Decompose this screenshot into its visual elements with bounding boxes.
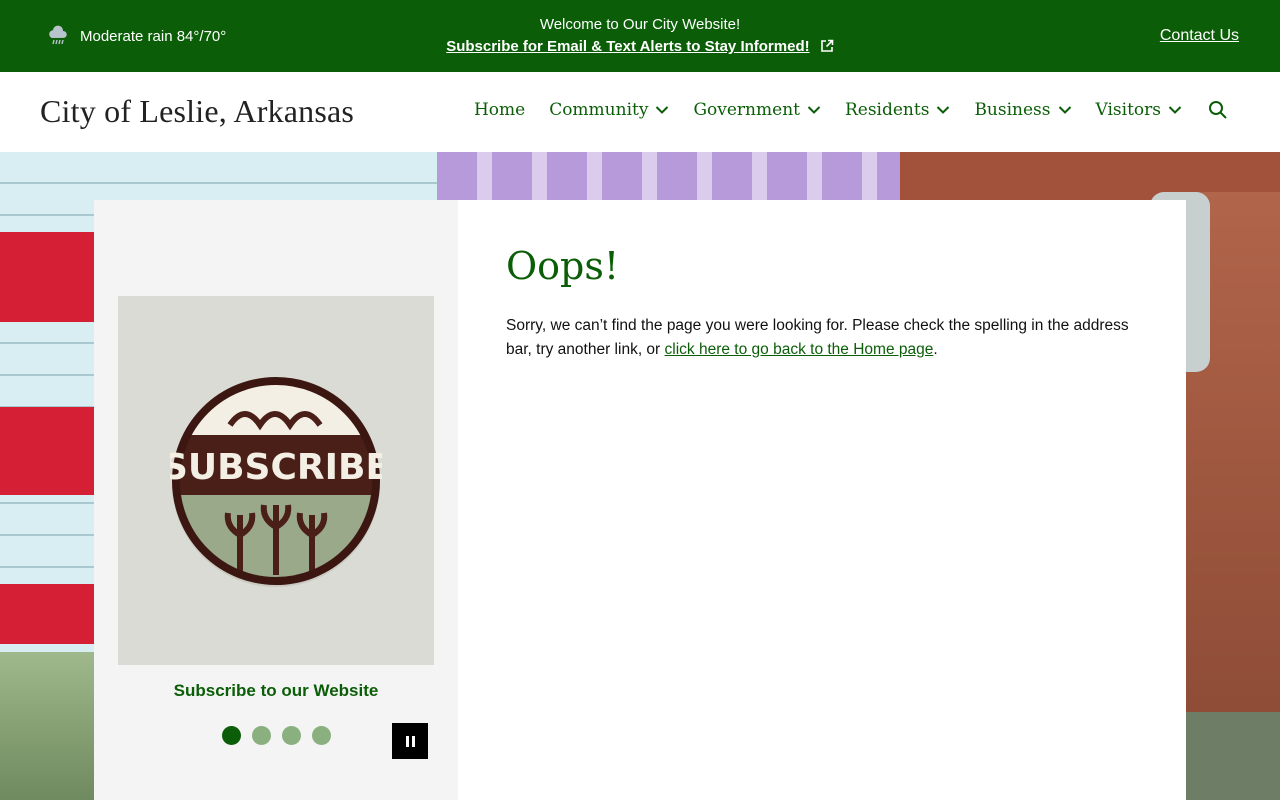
chevron-down-icon [1058, 106, 1071, 114]
subscribe-badge-icon: SUBSCRIBE [170, 376, 382, 587]
chevron-down-icon [1168, 106, 1182, 114]
external-link-icon [820, 39, 834, 52]
nav-item-business[interactable]: Business [974, 100, 1071, 120]
weather-widget[interactable]: Moderate rain 84°/70° [46, 24, 226, 48]
main-content: Oops! Sorry, we can’t find the page you … [506, 244, 1146, 362]
chevron-down-icon [656, 106, 669, 114]
subscribe-slide-image[interactable]: SUBSCRIBE [118, 296, 434, 665]
nav-item-visitors[interactable]: Visitors [1096, 100, 1183, 120]
site-header: City of Leslie, Arkansas Home Community … [0, 72, 1280, 152]
message-end: . [933, 341, 938, 358]
subscribe-alerts-link[interactable]: Subscribe for Email & Text Alerts to Sta… [446, 38, 809, 55]
site-title[interactable]: City of Leslie, Arkansas [40, 93, 354, 130]
nav-label: Visitors [1095, 100, 1162, 120]
welcome-banner: Welcome to Our City Website! Subscribe f… [340, 14, 940, 58]
slide-dot-3[interactable] [282, 726, 301, 745]
sidebar-slideshow: SUBSCRIBE Subscribe to our Website [94, 200, 458, 800]
nav-item-government[interactable]: Government [693, 100, 821, 120]
nav-item-home[interactable]: Home [474, 100, 525, 120]
nav-label: Residents [844, 100, 930, 120]
not-found-message: Sorry, we can’t find the page you were l… [506, 314, 1146, 362]
pause-slideshow-button[interactable] [392, 723, 428, 759]
alert-bar: Moderate rain 84°/70° Welcome to Our Cit… [0, 0, 1280, 72]
purple-wall-texture [437, 152, 967, 200]
pause-icon [405, 735, 409, 747]
main-nav: Home Community Government Residents Busi… [474, 100, 1228, 120]
grass [1186, 712, 1280, 800]
chevron-down-icon [807, 106, 821, 114]
nav-item-community[interactable]: Community [549, 100, 669, 120]
slide-dot-1[interactable] [222, 726, 241, 745]
nav-label: Government [693, 100, 800, 120]
chevron-down-icon [937, 106, 950, 114]
page-title: Oops! [506, 244, 620, 288]
search-icon[interactable] [1208, 100, 1228, 120]
nav-label: Home [473, 100, 526, 120]
subscribe-badge-text: SUBSCRIBE [170, 447, 382, 488]
pause-icon [411, 735, 415, 747]
content-container: SUBSCRIBE Subscribe to our Website Oops!… [94, 200, 1186, 800]
contact-us-link[interactable]: Contact Us [1160, 27, 1239, 45]
nav-item-residents[interactable]: Residents [845, 100, 950, 120]
nav-label: Business [974, 100, 1051, 120]
home-page-link[interactable]: click here to go back to the Home page [665, 341, 934, 358]
slide-dot-4[interactable] [312, 726, 331, 745]
slide-caption-link[interactable]: Subscribe to our Website [94, 681, 458, 701]
slide-indicators [222, 726, 331, 745]
rain-cloud-icon [49, 25, 67, 45]
slide-dot-2[interactable] [252, 726, 271, 745]
grass [0, 652, 100, 800]
welcome-text: Welcome to Our City Website! [539, 16, 741, 33]
weather-text: Moderate rain 84°/70° [80, 27, 227, 45]
nav-label: Community [549, 100, 649, 120]
